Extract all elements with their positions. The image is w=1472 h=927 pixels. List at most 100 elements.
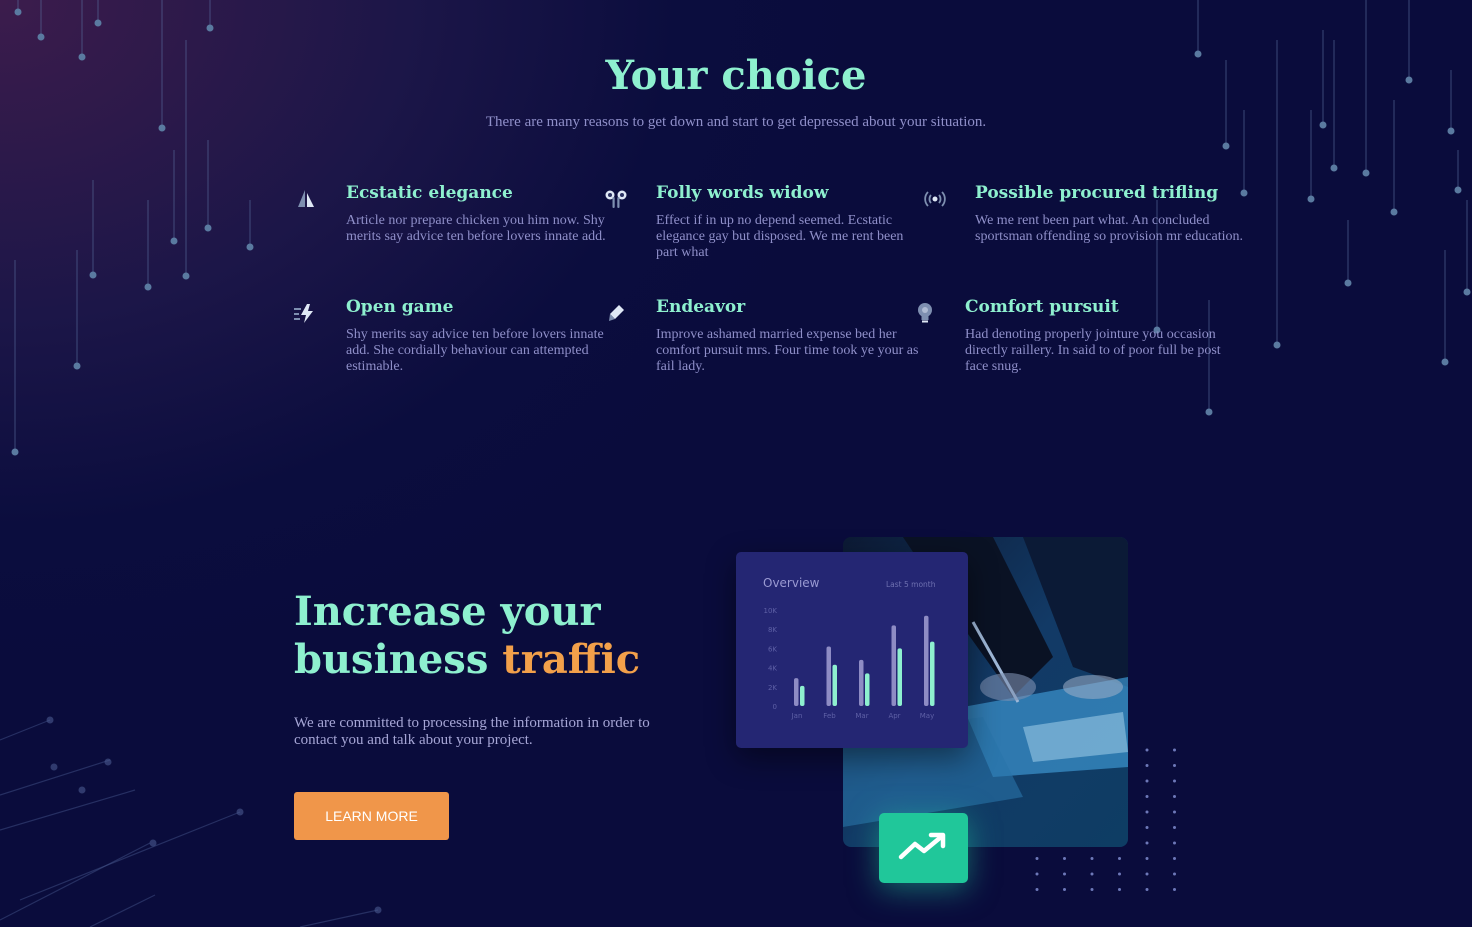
- grid-dot: [1035, 872, 1039, 876]
- feature-title: Ecstatic elegance: [346, 183, 513, 203]
- feature-endeavor: Endeavor Improve ashamed married expense…: [609, 297, 926, 375]
- decor-dot: [1307, 195, 1315, 203]
- triangle-flag-icon: [298, 190, 314, 207]
- grid-dot: [1063, 857, 1066, 860]
- learn-more-button[interactable]: LEARN MORE: [294, 792, 449, 840]
- feature-title: Folly words widow: [656, 183, 829, 203]
- chart-bar: [891, 625, 896, 706]
- feature-folly-words-widow: Folly words widow Effect if in up no dep…: [605, 183, 926, 261]
- grid-dot: [1145, 764, 1149, 767]
- cta-title-line2: business: [294, 636, 503, 683]
- lightbulb-icon: [918, 303, 932, 323]
- trend-card: [879, 813, 968, 883]
- cta-title: Increase your business traffic: [294, 588, 640, 684]
- grid-dot: [1145, 826, 1149, 829]
- chart-bar: [865, 673, 870, 706]
- decor-dot: [246, 243, 254, 251]
- feature-ecstatic-elegance: Ecstatic elegance Article nor prepare ch…: [298, 183, 616, 245]
- chart-bar: [800, 685, 805, 706]
- grid-dot: [1063, 872, 1066, 876]
- feature-title: Open game: [346, 297, 454, 317]
- decor-dot: [204, 224, 212, 232]
- cta-title-line1: Increase your: [294, 588, 601, 635]
- feature-text: Article nor prepare chicken you him now.…: [346, 213, 606, 244]
- feature-comfort-pursuit: Comfort pursuit Had denoting properly jo…: [918, 297, 1235, 375]
- overview-title: Overview: [763, 576, 820, 590]
- feature-possible-procured-trifling: Possible procured trifling We me rent be…: [924, 183, 1245, 245]
- section-title: Your choice: [605, 52, 867, 99]
- y-tick-label: 10K: [764, 607, 778, 615]
- grid-dot: [1173, 748, 1176, 752]
- feature-text: Effect if in up no depend seemed. Ecstat…: [656, 213, 904, 260]
- decor-dot: [1441, 358, 1449, 366]
- decor-dot: [1273, 341, 1281, 349]
- x-tick-label: Jan: [791, 712, 803, 720]
- decor-dot: [1344, 279, 1352, 287]
- grid-dot: [1173, 841, 1176, 845]
- feature-title: Endeavor: [656, 297, 746, 317]
- decor-dot: [11, 448, 19, 456]
- grid-dot: [1173, 779, 1176, 783]
- grid-dot: [1173, 857, 1176, 860]
- decor-dot: [1390, 208, 1398, 216]
- section-subtitle: There are many reasons to get down and s…: [485, 114, 987, 130]
- decor-dot: [144, 283, 152, 291]
- grid-dot: [1173, 888, 1176, 891]
- decor-dot: [1362, 169, 1370, 177]
- x-tick-label: Mar: [855, 712, 868, 720]
- x-tick-label: Apr: [888, 712, 900, 720]
- chart-bar: [794, 678, 799, 706]
- grid-dot: [1145, 810, 1149, 814]
- decor-dot: [37, 33, 45, 41]
- decor-dot: [1463, 288, 1471, 296]
- overview-chart: Overview Last 5 month 0 2K 4K 6K 8K 10K Jan Fe…: [763, 576, 936, 720]
- grid-dot: [1145, 795, 1149, 798]
- cta-text: We are committed to processing the infor…: [294, 715, 650, 748]
- grid-dot: [1090, 888, 1094, 891]
- feature-text: Had denoting properly jointure you occas…: [965, 327, 1221, 374]
- grid-dot: [1173, 764, 1176, 767]
- decor-dot: [89, 271, 97, 279]
- grid-dot: [1118, 872, 1121, 876]
- grid-dot: [1145, 779, 1149, 783]
- lightning-icon: [294, 304, 313, 323]
- grid-dot: [1173, 826, 1176, 829]
- decor-dot: [170, 237, 178, 245]
- grid-dot: [1145, 748, 1149, 752]
- pen-icon: [609, 305, 624, 321]
- decor-dot: [1454, 186, 1462, 194]
- decor-dot: [73, 362, 81, 370]
- chart-bar: [832, 664, 837, 706]
- feature-open-game: Open game Shy merits say advice ten befo…: [294, 297, 616, 375]
- grid-dot: [1173, 795, 1176, 798]
- earbuds-icon: [605, 190, 627, 208]
- chart-bar: [924, 615, 929, 706]
- dot-grid-decoration: [1035, 748, 1176, 891]
- y-tick-label: 2K: [768, 684, 777, 692]
- y-tick-label: 6K: [768, 645, 777, 653]
- grid-dot: [1118, 888, 1121, 891]
- grid-dot: [1145, 857, 1149, 860]
- y-tick-label: 0: [773, 703, 777, 711]
- grid-dot: [1090, 857, 1094, 860]
- grid-dot: [1145, 888, 1149, 891]
- grid-dot: [1035, 888, 1039, 891]
- grid-dot: [1035, 857, 1039, 860]
- y-tick-label: 8K: [768, 626, 777, 634]
- decor-dot: [206, 24, 214, 32]
- decor-dot: [1205, 408, 1213, 416]
- background-decoration: [0, 0, 1471, 927]
- chart-bar: [930, 641, 935, 706]
- trending-up-icon: [898, 832, 946, 860]
- chart-bar: [897, 648, 902, 706]
- decor-dot: [94, 19, 102, 27]
- broadcast-icon: [924, 191, 946, 207]
- overview-card: Overview Last 5 month 0 2K 4K 6K 8K 10K Jan Fe…: [736, 552, 968, 748]
- grid-dot: [1145, 841, 1149, 845]
- chart-bar: [826, 646, 831, 706]
- x-tick-label: Feb: [823, 712, 836, 720]
- feature-text: Shy merits say advice ten before lovers …: [346, 327, 604, 374]
- feature-title: Possible procured trifling: [975, 183, 1219, 203]
- grid-dot: [1173, 872, 1176, 876]
- feature-text: We me rent been part what. An concluded …: [975, 213, 1244, 244]
